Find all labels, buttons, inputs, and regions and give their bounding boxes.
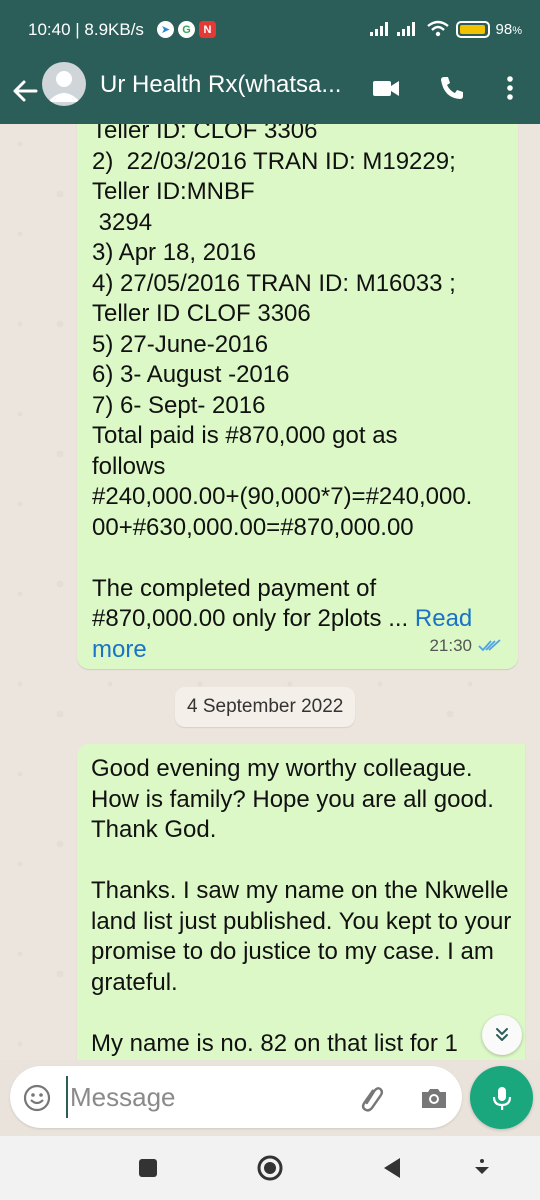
message-line: 7) 6- Sept- 2016 [92,391,266,419]
message-line: 3) Apr 18, 2016 [92,239,257,266]
message-line: 4) 27/05/2016 TRAN ID: M16033 ; [92,269,456,297]
home-circle-icon[interactable] [254,1152,286,1184]
battery-icon [455,20,490,38]
outgoing-message[interactable]: Teller ID: CLOF 3306 2) 22/03/2016 TRAN … [77,124,518,669]
wifi-icon [426,20,449,37]
microphone-icon [492,1086,511,1110]
back-triangle-icon[interactable] [376,1152,408,1184]
date-separator: 4 September 2022 [175,687,356,727]
read-more-link[interactable]: Read [415,605,472,632]
message-paragraph: Thanks. I saw my name on the Nkwelle lan… [91,877,512,996]
contact-name[interactable]: Ur Health Rx(whatsa... [100,71,355,99]
message-line: 2) 22/03/2016 TRAN ID: M19229; [92,147,456,175]
voice-message-button[interactable] [470,1066,533,1129]
message-line: follows [92,452,166,480]
read-receipt-icon [478,639,501,652]
more-options-icon[interactable] [492,70,528,106]
message-paragraph: Good evening my worthy colleague. How is… [91,755,494,843]
back-arrow-icon[interactable] [8,74,42,108]
message-line: Teller ID:MNBF [92,178,255,205]
read-more-link-cont[interactable]: more [92,636,147,663]
chat-area[interactable]: Teller ID: CLOF 3306 2) 22/03/2016 TRAN … [0,124,540,1060]
outgoing-message[interactable]: Good evening my worthy colleague. How is… [77,744,525,1060]
message-line: Teller ID: CLOF 3306 [92,124,318,144]
status-bar: 10:40 | 8.9KB/s ➤ G N 98% [0,0,540,62]
status-time: 10:40 | 8.9KB/s [28,20,144,39]
status-right: 98% [369,20,522,38]
double-chevron-down-icon [496,1028,508,1041]
camera-icon[interactable] [418,1082,450,1114]
voice-call-icon[interactable] [434,70,470,106]
composer-bar [0,1060,540,1136]
battery-percent: 98% [495,20,522,38]
message-input[interactable] [66,1076,336,1118]
nav-dropdown-icon[interactable] [466,1152,498,1184]
message-line: 3294 [92,208,153,236]
google-icon: G [178,21,195,38]
message-meta: 21:30 [429,631,502,662]
message-line: Total paid is #870,000 got as [92,422,398,449]
chat-header: Ur Health Rx(whatsa... [0,62,540,124]
message-line: The completed payment of [92,574,377,602]
attachment-icon[interactable] [356,1082,388,1114]
message-line [92,543,504,574]
message-line: 6) 3- August -2016 [92,361,290,388]
recents-square-icon[interactable] [132,1152,164,1184]
news-app-icon: N [199,21,216,38]
emoji-icon[interactable] [22,1083,52,1113]
message-text: Teller ID: CLOF 3306 2) 22/03/2016 TRAN … [92,124,504,665]
composer-box [10,1066,462,1128]
message-line: #240,000.00+(90,000*7)=#240,000. [92,483,473,510]
signal-icon [369,22,415,36]
message-paragraph: My name is no. 82 on that list for 1 [91,1029,458,1057]
avatar[interactable] [42,62,86,106]
message-line: 5) 27-June-2016 [92,330,269,358]
system-nav-bar [0,1136,540,1200]
status-app-icons: ➤ G N [157,21,216,38]
default-avatar-icon [48,71,80,102]
scroll-to-bottom-button[interactable] [482,1015,522,1055]
message-time: 21:30 [429,635,472,655]
message-line: Teller ID CLOF 3306 [92,300,311,327]
message-line: 00+#630,000.00=#870,000.00 [92,513,414,541]
telegram-icon: ➤ [157,21,174,38]
video-call-icon[interactable] [368,70,404,106]
